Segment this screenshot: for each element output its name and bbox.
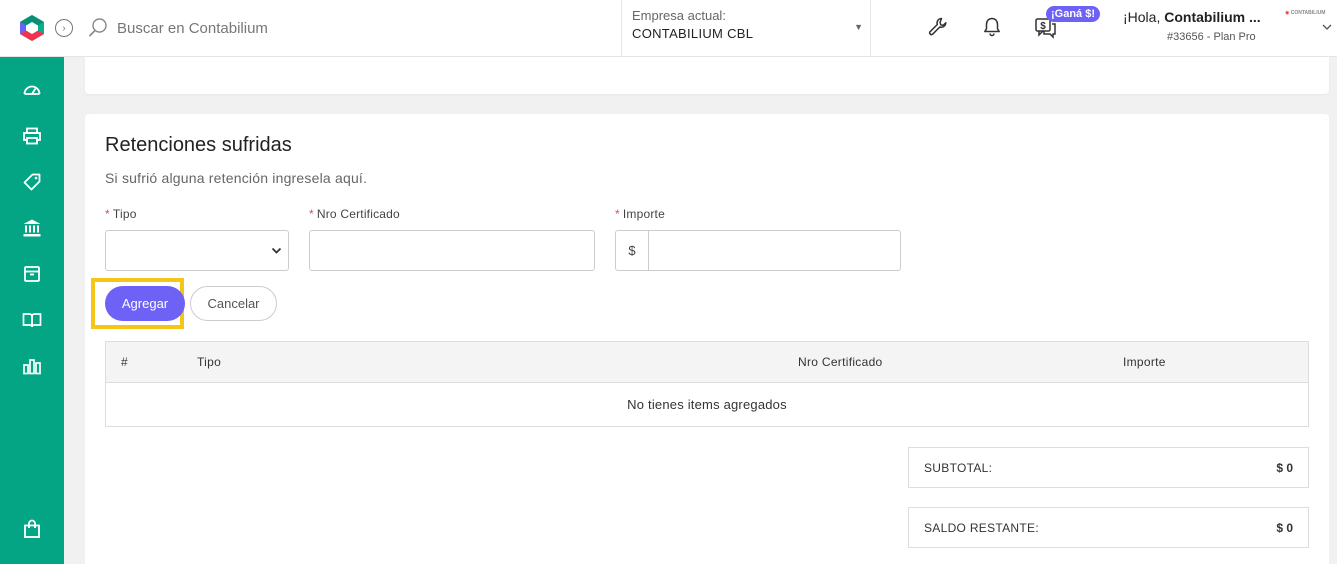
company-label: Empresa actual: bbox=[632, 8, 726, 23]
company-selector[interactable]: Empresa actual: CONTABILIUM CBL ▼ bbox=[621, 0, 871, 57]
importe-label: * Importe bbox=[615, 207, 665, 221]
column-header-nro-certificado: Nro Certificado bbox=[798, 355, 883, 369]
promo-badge[interactable]: ¡Ganá $! bbox=[1046, 6, 1101, 22]
saldo-restante-value: $ 0 bbox=[1276, 521, 1293, 535]
column-header-tipo: Tipo bbox=[197, 355, 222, 369]
column-header-number: # bbox=[121, 355, 128, 369]
company-mini-logo: ◉ CONTABILIUM bbox=[1285, 10, 1326, 16]
caret-down-icon: ▼ bbox=[854, 22, 863, 32]
user-greeting[interactable]: ¡Hola, Contabilium ... bbox=[1123, 9, 1261, 25]
importe-input-group: $ bbox=[615, 230, 901, 271]
shopping-bag-icon bbox=[24, 519, 40, 538]
tipo-select[interactable] bbox=[105, 230, 289, 271]
search-icon bbox=[88, 18, 107, 37]
column-header-importe: Importe bbox=[1123, 355, 1166, 369]
subtotal-label: SUBTOTAL: bbox=[924, 461, 993, 475]
contabilium-logo[interactable] bbox=[18, 14, 46, 42]
subtotal-value: $ 0 bbox=[1276, 461, 1293, 475]
subtotal-box: SUBTOTAL: $ 0 bbox=[908, 447, 1309, 488]
currency-prefix: $ bbox=[616, 231, 649, 270]
importe-input[interactable] bbox=[650, 231, 900, 270]
table-header: # Tipo Nro Certificado Importe bbox=[106, 342, 1308, 383]
nro-certificado-input[interactable] bbox=[309, 230, 595, 271]
sidebar-item-reports[interactable] bbox=[21, 355, 43, 377]
tag-icon bbox=[23, 173, 41, 191]
user-name: Contabilium ... bbox=[1164, 9, 1261, 25]
dashboard-icon bbox=[23, 85, 41, 95]
collapse-sidebar-button[interactable]: › bbox=[55, 19, 73, 37]
svg-text:$: $ bbox=[1040, 21, 1046, 32]
book-icon bbox=[22, 313, 42, 328]
sidebar-item-products[interactable] bbox=[21, 171, 43, 193]
wrench-icon bbox=[928, 17, 947, 36]
required-mark: * bbox=[105, 207, 110, 221]
company-name: CONTABILIUM CBL bbox=[632, 26, 754, 41]
tools-button[interactable] bbox=[925, 14, 951, 40]
sidebar-item-dashboard[interactable] bbox=[21, 79, 43, 101]
tipo-label: * Tipo bbox=[105, 207, 137, 221]
bell-icon bbox=[984, 17, 1000, 37]
cancelar-button[interactable]: Cancelar bbox=[190, 286, 277, 321]
sidebar-item-sales[interactable] bbox=[21, 125, 43, 147]
retenciones-card: Retenciones sufridas Si sufrió alguna re… bbox=[85, 114, 1329, 564]
chevron-down-icon[interactable] bbox=[1322, 22, 1332, 32]
chart-icon bbox=[23, 359, 41, 375]
notifications-button[interactable] bbox=[979, 14, 1005, 40]
saldo-restante-label: SALDO RESTANTE: bbox=[924, 521, 1039, 535]
sidebar-item-store[interactable] bbox=[21, 518, 43, 540]
search-input[interactable] bbox=[117, 17, 597, 39]
printer-icon bbox=[23, 127, 41, 145]
box-icon bbox=[24, 266, 40, 282]
plan-info: #33656 - Plan Pro bbox=[1167, 31, 1256, 43]
nro-certificado-label: * Nro Certificado bbox=[309, 207, 400, 221]
required-mark: * bbox=[309, 207, 314, 221]
previous-section-card bbox=[85, 57, 1329, 94]
greeting-prefix: ¡Hola, bbox=[1123, 9, 1165, 25]
sidebar-item-inventory[interactable] bbox=[21, 263, 43, 285]
sidebar bbox=[0, 57, 64, 564]
empty-table-message: No tienes items agregados bbox=[627, 397, 787, 412]
chevron-down-icon bbox=[271, 247, 282, 254]
agregar-button[interactable]: Agregar bbox=[105, 286, 185, 321]
sidebar-item-accounting[interactable] bbox=[21, 309, 43, 331]
chevron-right-icon: › bbox=[62, 22, 66, 34]
section-subtitle: Si sufrió alguna retención ingresela aqu… bbox=[105, 170, 368, 186]
sidebar-item-banks[interactable] bbox=[21, 217, 43, 239]
top-bar: › Empresa actual: CONTABILIUM CBL ▼ $ ¡G… bbox=[0, 0, 1337, 57]
saldo-restante-box: SALDO RESTANTE: $ 0 bbox=[908, 507, 1309, 548]
section-title: Retenciones sufridas bbox=[105, 134, 292, 156]
bank-icon bbox=[23, 219, 41, 237]
required-mark: * bbox=[615, 207, 620, 221]
retenciones-table: # Tipo Nro Certificado Importe No tienes… bbox=[105, 341, 1309, 427]
